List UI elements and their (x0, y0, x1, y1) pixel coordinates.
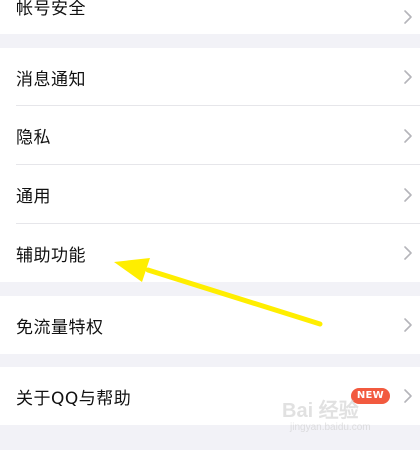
row-account-security[interactable]: 帐号安全 (0, 0, 420, 34)
settings-group-data: 免流量特权 (0, 296, 420, 354)
chevron-right-icon (404, 128, 412, 143)
chevron-right-icon (404, 10, 412, 24)
row-accessibility[interactable]: 辅助功能 (0, 224, 420, 282)
row-message-notification[interactable]: 消息通知 (0, 48, 420, 106)
row-message-notification-label: 消息通知 (16, 69, 86, 90)
row-general[interactable]: 通用 (0, 165, 420, 224)
chevron-right-icon (404, 246, 412, 260)
row-account-security-label: 帐号安全 (16, 0, 86, 19)
row-general-label: 通用 (16, 187, 51, 207)
row-privacy-label: 隐私 (16, 128, 51, 148)
new-badge: NEW (350, 388, 390, 404)
row-privacy[interactable]: 隐私 (0, 106, 420, 165)
settings-group-main: 消息通知 隐私 通用 辅助功能 (0, 48, 420, 282)
row-about-help-label: 关于QQ与帮助 (16, 388, 132, 409)
row-free-data-label: 免流量特权 (16, 317, 104, 338)
settings-group-about: 关于QQ与帮助 NEW (0, 367, 420, 425)
row-accessibility-label: 辅助功能 (16, 245, 86, 266)
settings-group-account: 帐号安全 (0, 0, 420, 34)
chevron-right-icon (404, 70, 412, 84)
row-about-help[interactable]: 关于QQ与帮助 NEW (0, 367, 420, 425)
row-free-data[interactable]: 免流量特权 (0, 296, 420, 354)
chevron-right-icon (404, 187, 412, 202)
chevron-right-icon (404, 318, 412, 332)
chevron-right-icon (404, 389, 412, 403)
